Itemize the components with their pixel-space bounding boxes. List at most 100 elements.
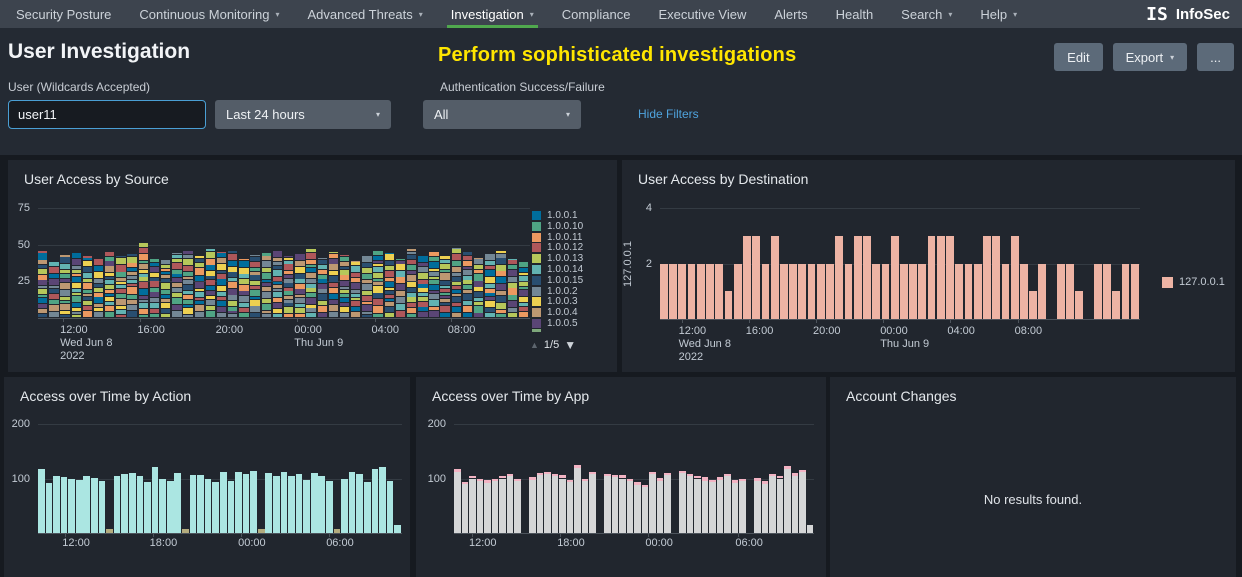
bar[interactable] [612, 475, 619, 478]
bar-segment[interactable] [239, 303, 248, 308]
bar[interactable] [205, 479, 212, 534]
bar-segment[interactable] [407, 314, 416, 317]
bar-segment[interactable] [60, 290, 69, 296]
bar-segment[interactable] [295, 298, 304, 302]
bar[interactable] [784, 469, 791, 533]
bar-segment[interactable] [105, 306, 114, 311]
bar-segment[interactable] [373, 306, 382, 312]
bar-segment[interactable] [250, 262, 259, 267]
bar[interactable] [469, 476, 476, 479]
bar-segment[interactable] [150, 273, 159, 277]
bar-segment[interactable] [496, 277, 505, 283]
bar-segment[interactable] [508, 313, 517, 317]
bar-segment[interactable] [418, 312, 427, 317]
bar-segment[interactable] [139, 300, 148, 303]
bar-segment[interactable] [496, 258, 505, 263]
bar-segment[interactable] [340, 270, 349, 275]
bar-segment[interactable] [60, 283, 69, 289]
bar-segment[interactable] [172, 311, 181, 317]
bar[interactable] [567, 480, 574, 482]
bar-segment[interactable] [284, 314, 293, 317]
bar[interactable] [807, 525, 814, 533]
bar[interactable] [845, 264, 853, 320]
bar[interactable] [281, 472, 288, 533]
bar[interactable] [780, 264, 788, 320]
bar-segment[interactable] [329, 264, 338, 270]
bar-segment[interactable] [161, 275, 170, 278]
bar[interactable] [660, 264, 668, 320]
bar[interactable] [835, 236, 843, 319]
bar-segment[interactable] [440, 273, 449, 279]
bar[interactable] [724, 476, 731, 533]
bar-segment[interactable] [396, 311, 405, 317]
bar-segment[interactable] [474, 306, 483, 312]
bar-segment[interactable] [329, 271, 338, 275]
bar-segment[interactable] [385, 307, 394, 311]
bar[interactable] [928, 236, 936, 319]
bar-segment[interactable] [49, 289, 58, 293]
bar-segment[interactable] [195, 282, 204, 288]
bar-segment[interactable] [161, 295, 170, 298]
bar-segment[interactable] [161, 260, 170, 264]
nav-item-search[interactable]: Search▾ [887, 0, 966, 28]
bar[interactable] [235, 472, 242, 533]
bar-segment[interactable] [306, 313, 315, 317]
bar-segment[interactable] [150, 298, 159, 301]
bar[interactable] [454, 469, 461, 472]
bar-segment[interactable] [318, 306, 327, 312]
bar-segment[interactable] [284, 300, 293, 302]
legend-page-up-icon[interactable]: ▲ [530, 340, 539, 350]
bar[interactable] [462, 482, 469, 484]
bar-segment[interactable] [150, 303, 159, 308]
bar-segment[interactable] [105, 273, 114, 276]
bar-segment[interactable] [139, 277, 148, 281]
bar-segment[interactable] [340, 298, 349, 302]
bar[interactable] [649, 472, 656, 474]
bar-segment[interactable] [262, 283, 271, 286]
bar-segment[interactable] [508, 295, 517, 299]
bar-segment[interactable] [127, 287, 136, 293]
bar-segment[interactable] [452, 273, 461, 277]
bar-segment[interactable] [195, 268, 204, 274]
bar[interactable] [754, 481, 761, 533]
bar-segment[interactable] [362, 280, 371, 283]
bar-segment[interactable] [463, 313, 472, 317]
bar-segment[interactable] [116, 299, 125, 305]
bar[interactable] [762, 484, 769, 533]
bar-segment[interactable] [49, 262, 58, 265]
bar-segment[interactable] [183, 291, 192, 294]
bar-segment[interactable] [161, 269, 170, 271]
bar-segment[interactable] [373, 261, 382, 263]
bar[interactable] [709, 480, 716, 482]
bar-segment[interactable] [228, 295, 237, 299]
bar[interactable] [273, 476, 280, 533]
bar-segment[interactable] [94, 284, 103, 287]
bar-segment[interactable] [429, 311, 438, 317]
nav-item-continuous-monitoring[interactable]: Continuous Monitoring▾ [125, 0, 293, 28]
bar[interactable] [694, 476, 701, 478]
bar-segment[interactable] [463, 276, 472, 280]
bar-segment[interactable] [440, 256, 449, 259]
bar-segment[interactable] [83, 267, 92, 272]
bar-segment[interactable] [295, 284, 304, 289]
bar-segment[interactable] [318, 284, 327, 289]
bar-segment[interactable] [239, 279, 248, 284]
bar-segment[interactable] [306, 298, 315, 304]
bar[interactable] [769, 474, 776, 476]
bar[interactable] [341, 479, 348, 534]
bar[interactable] [1075, 291, 1083, 319]
bar-segment[interactable] [340, 313, 349, 317]
bar-segment[interactable] [452, 261, 461, 266]
bar[interactable] [1038, 264, 1046, 320]
bar-segment[interactable] [485, 270, 494, 275]
bar-segment[interactable] [161, 314, 170, 317]
bar-segment[interactable] [139, 248, 148, 253]
nav-item-help[interactable]: Help▾ [966, 0, 1031, 28]
bar[interactable] [627, 479, 634, 481]
bar[interactable] [642, 487, 649, 533]
bar-segment[interactable] [217, 301, 226, 307]
bar-segment[interactable] [83, 279, 92, 282]
bar[interactable] [83, 476, 90, 533]
bar-segment[interactable] [262, 261, 271, 267]
bar-segment[interactable] [94, 279, 103, 284]
